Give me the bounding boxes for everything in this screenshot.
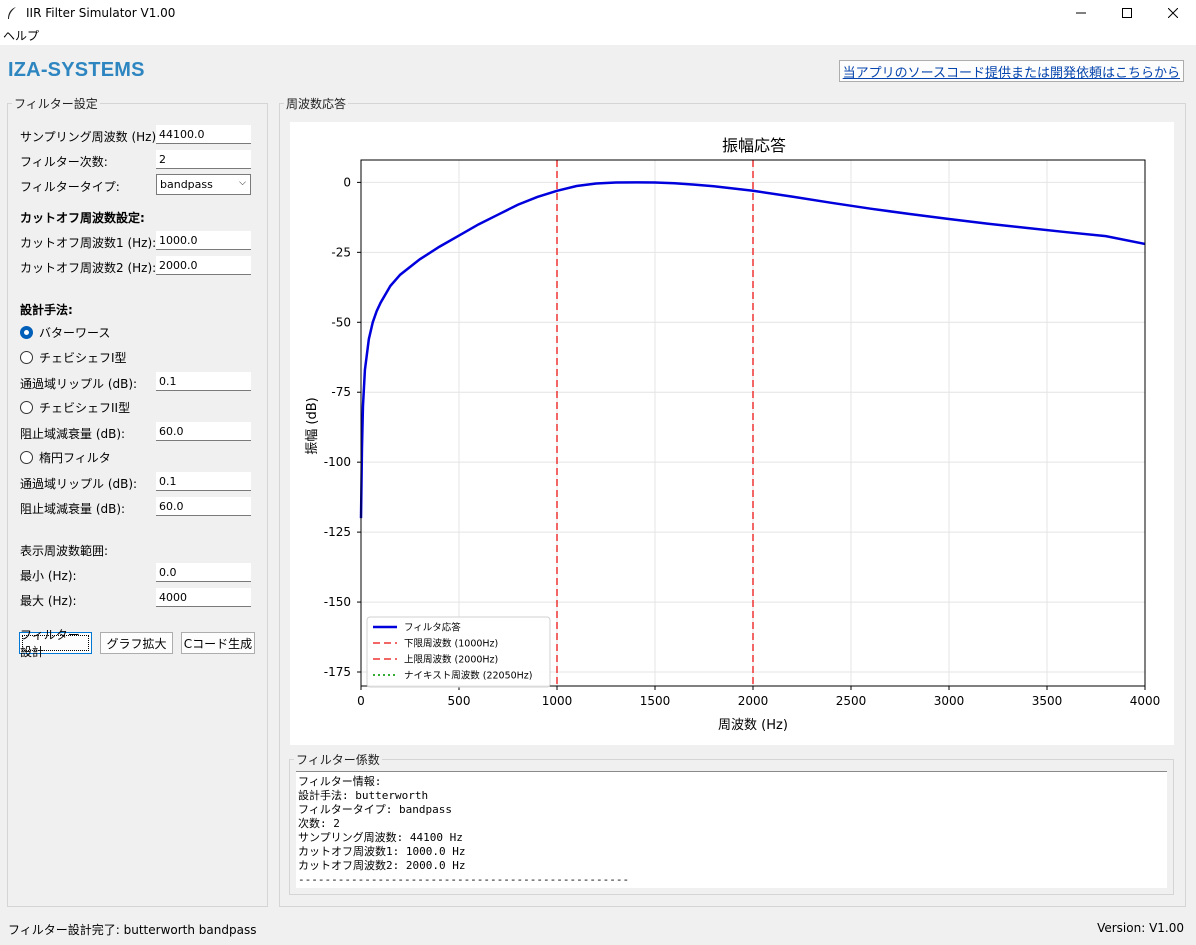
cutoff2-label: カットオフ周波数2 (Hz): <box>20 261 157 275</box>
filter-order-input[interactable]: 2 <box>156 150 251 169</box>
sampling-rate-input[interactable]: 44100.0 <box>156 125 251 144</box>
coefficient-line: フィルター情報: <box>298 775 382 788</box>
maximize-icon <box>1122 7 1132 18</box>
close-button[interactable] <box>1150 0 1196 25</box>
chart-legend: フィルタ応答下限周波数 (1000Hz) 上限周波数 (2000Hz) ナイキスト周… <box>366 616 551 688</box>
legend-label: 下限周波数 (1000Hz) <box>404 638 498 650</box>
source-code-link-button[interactable]: 当アプリのソースコード提供または開発依頼はこちらから <box>838 60 1184 82</box>
y-tick-label: -125 <box>324 525 351 539</box>
elliptic-atten-label: 阻止域減衰量 (dB): <box>20 502 126 516</box>
radio-chebyshev2-label: チェビシェフII型 <box>39 401 131 415</box>
magnitude-response-chart[interactable]: 振幅応答 0 500 1000 1500 2000 2500 3000 3500 4000 0 -2… <box>290 122 1174 745</box>
plot-area[interactable]: 振幅応答 0 500 1000 1500 2000 2500 3000 3500 4000 0 -2… <box>290 122 1174 745</box>
minimize-button[interactable] <box>1058 0 1104 25</box>
zoom-graph-button[interactable]: グラフ拡大 <box>100 632 173 654</box>
filter-settings-legend: フィルター設定 <box>14 97 98 111</box>
chart-title: 振幅応答 <box>722 136 786 155</box>
radio-chebyshev1-label: チェビシェフI型 <box>39 351 127 365</box>
maximize-button[interactable] <box>1104 0 1150 25</box>
stopband-atten-label: 阻止域減衰量 (dB): <box>20 427 126 441</box>
close-icon <box>1168 7 1178 18</box>
radio-unselected-icon <box>20 351 33 364</box>
x-tick-label: 3000 <box>934 694 965 708</box>
filter-type-select[interactable]: bandpass ⌵ <box>156 174 251 195</box>
cutoff-heading: カットオフ周波数設定: <box>20 211 145 225</box>
elliptic-ripple-input[interactable]: 0.1 <box>156 472 251 491</box>
generate-c-code-button[interactable]: Cコード生成 <box>181 632 255 654</box>
x-tick-label: 1000 <box>542 694 573 708</box>
minimize-icon <box>1076 12 1086 13</box>
x-tick-label: 0 <box>357 694 365 708</box>
coefficient-line: 設計手法: butterworth <box>298 789 429 802</box>
window-title: IIR Filter Simulator V1.00 <box>26 5 176 20</box>
y-tick-label: -75 <box>331 385 351 399</box>
stopband-atten-input[interactable]: 60.0 <box>156 422 251 441</box>
cutoff1-label: カットオフ周波数1 (Hz): <box>20 236 157 250</box>
app-feather-icon <box>8 6 16 19</box>
coefficient-line: カットオフ周波数2: 2000.0 Hz <box>298 859 466 872</box>
x-tick-label: 1500 <box>640 694 671 708</box>
x-tick-label: 2000 <box>738 694 769 708</box>
status-message: フィルター設計完了: butterworth bandpass <box>8 923 257 937</box>
freq-min-label: 最小 (Hz): <box>20 569 77 583</box>
passband-ripple-label: 通過域リップル (dB): <box>20 377 138 391</box>
menu-bar: ヘルプ <box>0 25 1196 45</box>
radio-butterworth-label: バターワース <box>39 326 111 340</box>
radio-chebyshev2[interactable]: チェビシェフII型 <box>20 399 130 416</box>
coefficient-line: 次数: 2 <box>298 817 340 830</box>
sampling-rate-label: サンプリング周波数 (Hz): <box>20 130 161 144</box>
coefficient-line: サンプリング周波数: 44100 Hz <box>298 831 463 844</box>
title-bar: IIR Filter Simulator V1.00 <box>0 0 1196 25</box>
menu-help[interactable]: ヘルプ <box>3 27 39 44</box>
y-tick-label: -50 <box>331 315 351 329</box>
radio-selected-icon <box>20 326 33 339</box>
x-tick-label: 3500 <box>1032 694 1063 708</box>
freq-max-input[interactable]: 4000 <box>156 588 251 607</box>
x-tick-label: 500 <box>448 694 471 708</box>
y-tick-label: -150 <box>324 595 351 609</box>
radio-unselected-icon <box>20 451 33 464</box>
passband-ripple-input[interactable]: 0.1 <box>156 372 251 391</box>
y-tick-label: -100 <box>324 455 351 469</box>
coefficient-line: カットオフ周波数1: 1000.0 Hz <box>298 845 466 858</box>
frequency-response-legend: 周波数応答 <box>286 97 347 111</box>
cutoff2-input[interactable]: 2000.0 <box>156 256 251 275</box>
filter-type-label: フィルタータイプ: <box>20 180 120 194</box>
version-label: Version: V1.00 <box>1097 921 1184 935</box>
radio-elliptic-label: 楕円フィルタ <box>39 451 111 465</box>
radio-elliptic[interactable]: 楕円フィルタ <box>20 449 111 466</box>
radio-chebyshev1[interactable]: チェビシェフI型 <box>20 349 127 366</box>
cutoff1-input[interactable]: 1000.0 <box>156 231 251 250</box>
legend-label: フィルタ応答 <box>404 622 461 634</box>
freq-max-label: 最大 (Hz): <box>20 594 77 608</box>
freq-min-input[interactable]: 0.0 <box>156 563 251 582</box>
radio-unselected-icon <box>20 401 33 414</box>
y-tick-label: -25 <box>331 245 351 259</box>
design-method-heading: 設計手法: <box>20 303 73 317</box>
elliptic-atten-input[interactable]: 60.0 <box>156 497 251 516</box>
display-range-heading: 表示周波数範囲: <box>20 544 109 558</box>
filter-coefficients-text[interactable]: フィルター情報: 設計手法: butterworth フィルタータイプ: bandp… <box>296 771 1167 888</box>
design-filter-button[interactable]: フィルター設計 <box>19 628 92 659</box>
elliptic-ripple-label: 通過域リップル (dB): <box>20 477 138 491</box>
chevron-down-icon: ⌵ <box>239 178 246 188</box>
y-axis-label: 振幅 (dB) <box>305 397 320 454</box>
y-tick-label: -175 <box>324 665 351 679</box>
filter-coefficients-legend: フィルター係数 <box>296 753 380 767</box>
filter-type-value: bandpass <box>160 178 213 191</box>
brand-logo-text: IZA-SYSTEMS <box>8 59 145 81</box>
coefficient-line: フィルタータイプ: bandpass <box>298 803 453 816</box>
x-axis-label: 周波数 (Hz) <box>718 718 788 733</box>
y-tick-label: 0 <box>343 175 351 189</box>
coefficient-line: ----------------------------------------… <box>298 873 630 886</box>
x-tick-label: 4000 <box>1130 694 1161 708</box>
filter-order-label: フィルター次数: <box>20 155 108 169</box>
legend-label: 上限周波数 (2000Hz) <box>404 654 498 666</box>
legend-label: ナイキスト周波数 (22050Hz) <box>404 670 533 682</box>
radio-butterworth[interactable]: バターワース <box>20 324 110 341</box>
x-tick-label: 2500 <box>836 694 867 708</box>
